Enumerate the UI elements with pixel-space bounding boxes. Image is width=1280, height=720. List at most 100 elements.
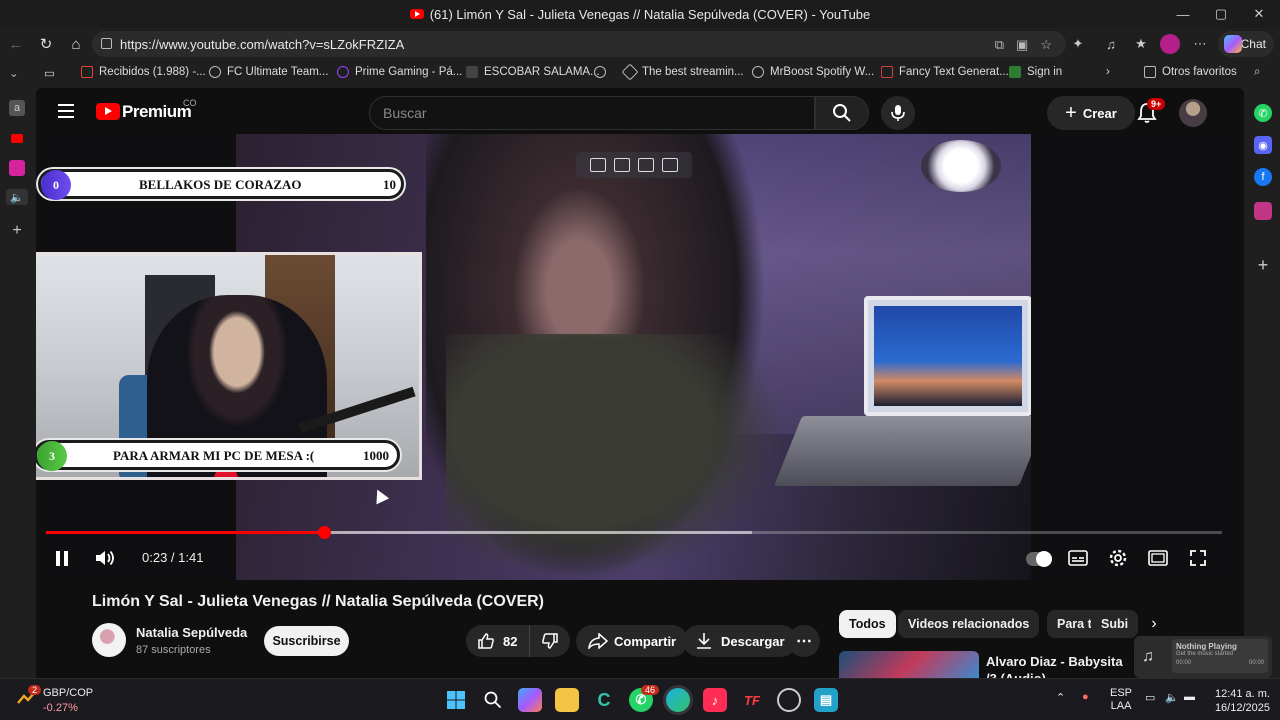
volume-button[interactable] bbox=[94, 546, 118, 570]
tray-overflow-icon[interactable]: ⌃ bbox=[1056, 691, 1065, 704]
translate-icon[interactable] bbox=[662, 158, 678, 172]
pause-button[interactable] bbox=[54, 546, 70, 570]
refresh-icon[interactable]: ↻ bbox=[34, 32, 58, 56]
settings-button[interactable] bbox=[1107, 546, 1129, 570]
youtube-logo-icon[interactable] bbox=[96, 103, 120, 120]
search-icon[interactable]: ⌕ bbox=[1254, 66, 1260, 79]
search-button[interactable] bbox=[815, 96, 869, 130]
new-tab-icon[interactable]: + bbox=[9, 222, 25, 239]
discord-sidebar-icon[interactable]: ◉ bbox=[1254, 136, 1272, 154]
bookmark-fc[interactable]: FC Ultimate Team... bbox=[209, 66, 328, 78]
autoplay-toggle[interactable] bbox=[1026, 551, 1052, 567]
instagram-tab-icon[interactable] bbox=[9, 160, 25, 176]
progress-bar[interactable] bbox=[46, 526, 1222, 539]
video-player[interactable]: 0 BELLAKOS DE CORAZAO 10 3 PARA ARMAR MI… bbox=[36, 134, 1244, 580]
ticker-name[interactable]: GBP/COP bbox=[43, 687, 93, 699]
fullscreen-button[interactable] bbox=[1187, 546, 1209, 570]
site-info-icon[interactable] bbox=[101, 38, 112, 49]
profile-avatar[interactable] bbox=[1160, 34, 1180, 54]
favorite-star-icon[interactable]: ☆ bbox=[1040, 37, 1052, 53]
bookmarks-overflow-icon[interactable]: › bbox=[1106, 66, 1110, 78]
bookmark-streaming[interactable]: The best streamin... bbox=[621, 63, 744, 81]
bookmark-gmail[interactable]: Recibidos (1.988) -... bbox=[81, 66, 206, 78]
media-control-icon[interactable]: ♫ bbox=[1101, 34, 1121, 54]
edge-taskbar-icon[interactable] bbox=[666, 688, 690, 712]
tiktok-taskbar-icon[interactable]: ♪ bbox=[703, 688, 727, 712]
whatsapp-sidebar-icon[interactable]: ✆ bbox=[1254, 104, 1272, 122]
channel-avatar[interactable] bbox=[92, 623, 126, 657]
create-button[interactable]: + Crear bbox=[1047, 96, 1135, 130]
subscribe-button[interactable]: Suscribirse bbox=[264, 626, 349, 656]
related-video-title[interactable]: Alvaro Diaz - Babysita /3 (Audio) bbox=[986, 653, 1136, 678]
favorites-icon[interactable]: ★ bbox=[1131, 34, 1151, 54]
bookmark-other-favorites[interactable]: Otros favoritos bbox=[1144, 66, 1237, 78]
video-overlay-toolbar[interactable] bbox=[576, 152, 692, 178]
subtitles-button[interactable] bbox=[1067, 546, 1089, 570]
download-button[interactable]: Descargar bbox=[683, 625, 797, 657]
youtube-tab-icon[interactable] bbox=[9, 130, 25, 146]
chip-subidos[interactable]: Subi bbox=[1091, 610, 1139, 638]
ticker-change: -0.27% bbox=[43, 702, 78, 714]
mic-in-use-icon[interactable]: ● bbox=[1082, 691, 1089, 703]
language-indicator[interactable]: ESP LAA bbox=[1110, 687, 1132, 713]
more-menu-icon[interactable]: ⋯ bbox=[1190, 34, 1210, 54]
url-field[interactable]: https://www.youtube.com/watch?v=sLZokFRZ… bbox=[92, 31, 1066, 57]
edge-dev-icon[interactable]: C bbox=[592, 688, 616, 712]
bookmark-prime[interactable]: Prime Gaming - Pá... bbox=[337, 66, 462, 78]
add-sidebar-app-icon[interactable]: + bbox=[1254, 255, 1272, 275]
channel-name[interactable]: Natalia Sepúlveda bbox=[136, 625, 247, 640]
tf-app-icon[interactable]: TF bbox=[740, 688, 764, 712]
menu-icon[interactable] bbox=[58, 104, 74, 118]
home-icon[interactable]: ⌂ bbox=[64, 32, 88, 56]
facebook-sidebar-icon[interactable]: f bbox=[1254, 168, 1272, 186]
tab-actions-icon[interactable]: ▭ bbox=[44, 66, 55, 80]
clock-app-icon[interactable] bbox=[777, 688, 801, 712]
bookmark-mrboost[interactable]: MrBoost Spotify W... bbox=[752, 66, 874, 78]
network-icon[interactable]: ▭ bbox=[1145, 691, 1155, 704]
battery-icon[interactable]: ▬ bbox=[1184, 691, 1195, 703]
minimize-button[interactable]: — bbox=[1164, 0, 1202, 28]
audio-playing-icon[interactable]: 🔈 bbox=[6, 189, 28, 205]
copilot-chat-button[interactable]: Chat bbox=[1218, 31, 1274, 57]
notes-icon[interactable] bbox=[638, 158, 654, 172]
bookmark-fancytext[interactable]: Fancy Text Generat... bbox=[881, 66, 1009, 78]
share-button[interactable]: Compartir bbox=[576, 625, 689, 657]
taskbar-search-icon[interactable] bbox=[481, 688, 505, 712]
more-actions-button[interactable]: ⋯ bbox=[788, 625, 820, 657]
bookmarks-expand-icon[interactable]: ⌄ bbox=[9, 66, 19, 80]
bookmark-label: Otros favoritos bbox=[1162, 66, 1237, 78]
youtube-brand[interactable]: Premium bbox=[122, 102, 192, 122]
amazon-tab-icon[interactable]: a bbox=[9, 100, 25, 116]
theater-mode-button[interactable] bbox=[1147, 546, 1169, 570]
media-player-widget[interactable]: ♫ Nothing Playing Get the music started … bbox=[1134, 636, 1272, 678]
scrubber-handle[interactable] bbox=[317, 526, 331, 539]
maximize-button[interactable]: ▢ bbox=[1202, 0, 1240, 28]
bookmark-escobar[interactable]: ESCOBAR SALAMA... bbox=[466, 66, 600, 78]
start-button[interactable] bbox=[444, 688, 468, 712]
extensions-icon[interactable]: ✦ bbox=[1068, 34, 1088, 54]
speaker-icon[interactable]: 🔈 bbox=[1165, 691, 1179, 704]
app-available-icon[interactable]: ⧉ bbox=[995, 37, 1004, 53]
bookmark-globe[interactable] bbox=[594, 66, 612, 78]
chips-next-icon[interactable]: › bbox=[1144, 614, 1164, 634]
capture-icon[interactable] bbox=[614, 158, 630, 172]
video-ring-light bbox=[921, 140, 1001, 192]
instagram-sidebar-icon[interactable] bbox=[1254, 202, 1272, 220]
pip-icon[interactable] bbox=[590, 158, 606, 172]
chip-videos-relacionados[interactable]: Videos relacionados bbox=[898, 610, 1040, 638]
voice-search-button[interactable] bbox=[881, 96, 915, 130]
taskbar-clock[interactable]: 12:41 a. m. 16/12/2025 bbox=[1196, 687, 1270, 715]
chip-todos[interactable]: Todos bbox=[839, 610, 896, 638]
close-button[interactable]: ✕ bbox=[1240, 0, 1278, 28]
related-thumbnail[interactable] bbox=[839, 651, 979, 678]
notepad-icon[interactable]: ▤ bbox=[814, 688, 838, 712]
search-input[interactable]: Buscar bbox=[369, 96, 815, 130]
dislike-button[interactable] bbox=[530, 625, 570, 657]
account-avatar[interactable] bbox=[1179, 99, 1207, 127]
copilot-taskbar-icon[interactable] bbox=[518, 688, 542, 712]
back-icon[interactable]: ← bbox=[4, 32, 28, 56]
split-screen-icon[interactable]: ▣ bbox=[1016, 37, 1028, 53]
bookmark-signin[interactable]: Sign in bbox=[1009, 66, 1062, 78]
file-explorer-icon[interactable] bbox=[555, 688, 579, 712]
like-button[interactable]: 82 bbox=[466, 625, 530, 657]
